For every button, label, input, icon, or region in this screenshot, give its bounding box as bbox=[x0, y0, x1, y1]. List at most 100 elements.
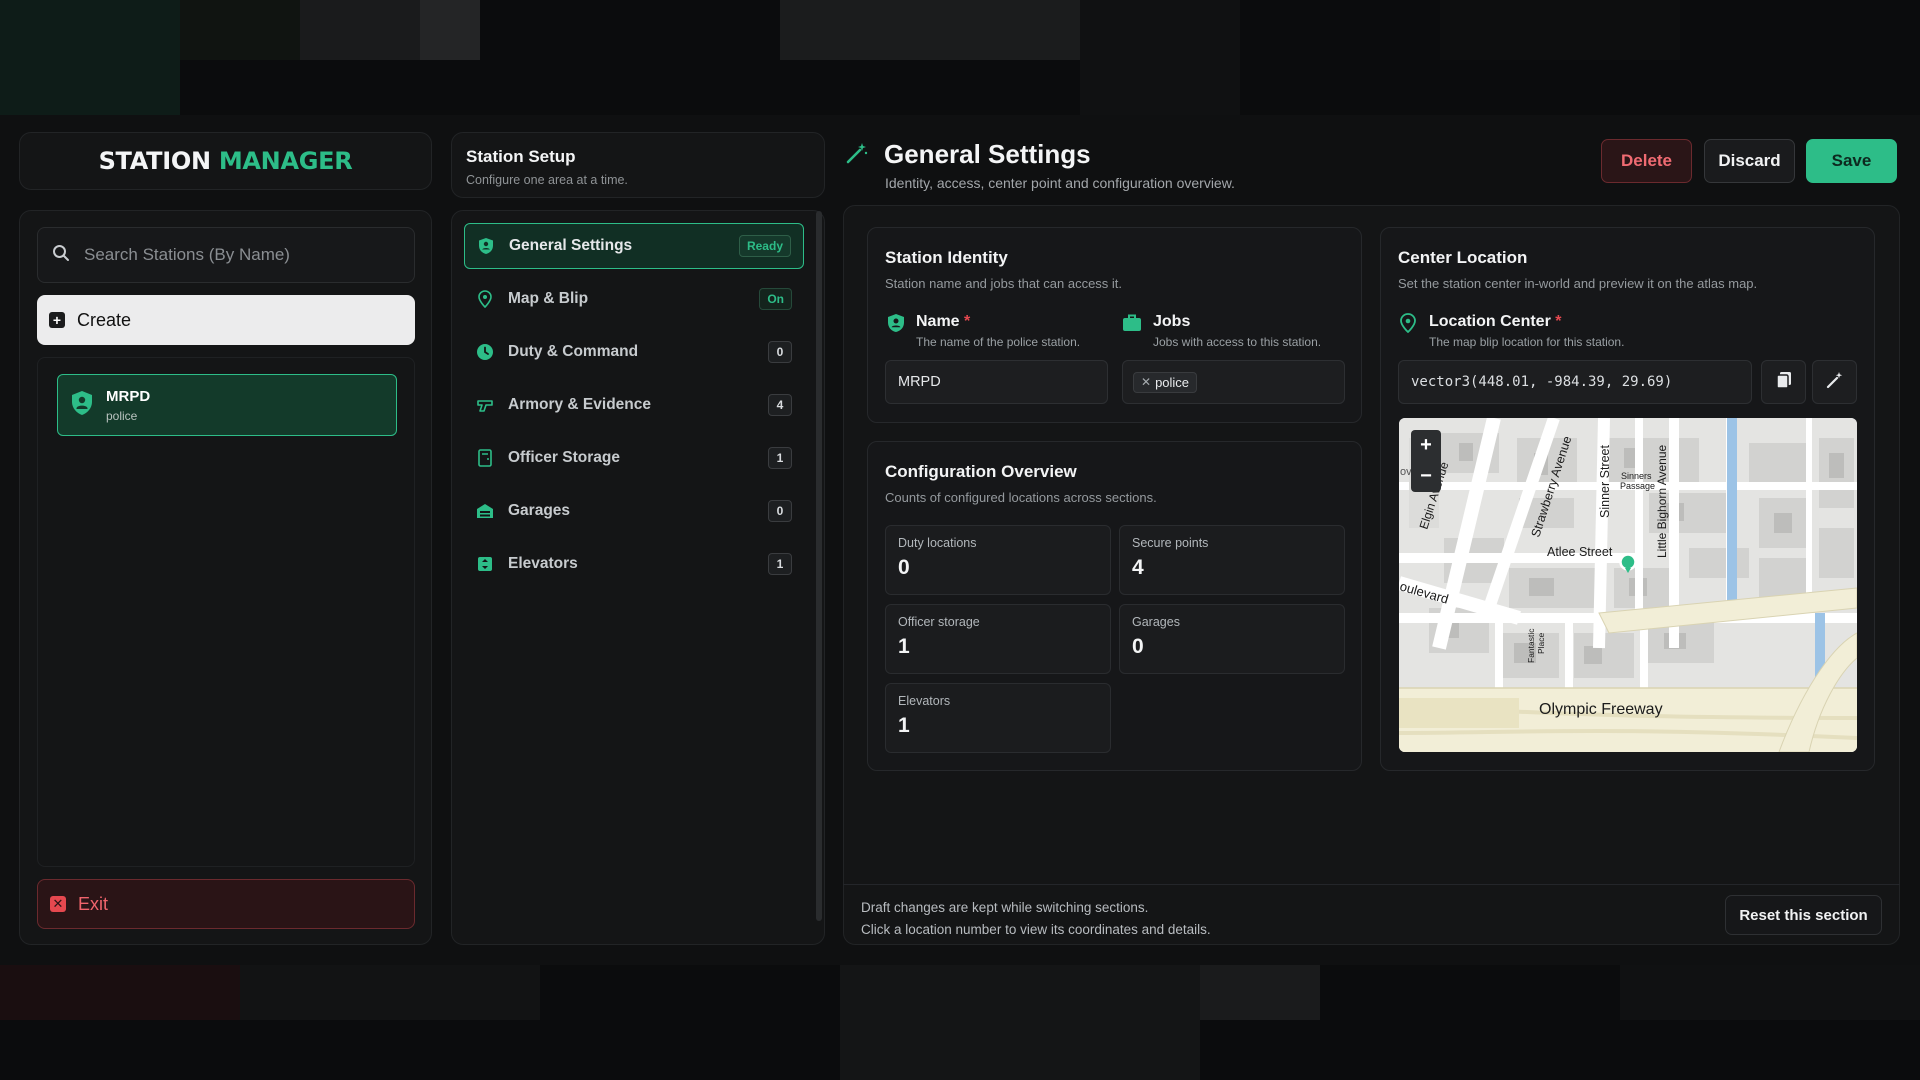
section-nav: General Settings Ready Map & Blip On Dut… bbox=[451, 210, 825, 945]
nav-label: Officer Storage bbox=[508, 449, 620, 466]
clock-icon bbox=[476, 343, 494, 361]
stat-elevators[interactable]: Elevators 1 bbox=[885, 683, 1111, 753]
create-button[interactable]: + Create bbox=[37, 295, 415, 345]
app-logo: STATION MANAGER bbox=[99, 147, 353, 175]
map-label-fantastic: Fantastic bbox=[1526, 628, 1536, 663]
shield-icon bbox=[477, 237, 495, 255]
zoom-out-button[interactable]: − bbox=[1411, 461, 1441, 492]
copy-icon bbox=[1775, 371, 1792, 394]
name-hint: The name of the police station. bbox=[916, 335, 1081, 349]
name-field[interactable] bbox=[885, 360, 1108, 404]
station-setup-header: Station Setup Configure one area at a ti… bbox=[451, 132, 825, 198]
map-label-passage: Passage bbox=[1620, 481, 1655, 491]
nav-general-settings[interactable]: General Settings Ready bbox=[464, 223, 804, 269]
search-input[interactable] bbox=[84, 245, 384, 265]
job-chip[interactable]: ✕ police bbox=[1133, 371, 1198, 393]
station-list-panel: + Create MRPD police ✕ Exit bbox=[19, 210, 432, 945]
zoom-in-button[interactable]: + bbox=[1411, 430, 1441, 461]
stat-value: 1 bbox=[898, 635, 910, 658]
atlas-map[interactable]: Strawberry Avenue Sinner Street Sinners … bbox=[1399, 418, 1857, 752]
map-label-sinners: Sinners bbox=[1621, 471, 1652, 481]
jobs-field[interactable]: ✕ police bbox=[1122, 360, 1345, 404]
stat-value: 0 bbox=[1132, 635, 1144, 658]
pick-location-button[interactable] bbox=[1812, 360, 1857, 404]
zoom-control[interactable]: + − bbox=[1411, 430, 1441, 492]
page-title: General Settings bbox=[884, 139, 1091, 169]
plus-icon: + bbox=[49, 312, 65, 328]
stat-label: Duty locations bbox=[898, 536, 977, 550]
map-label-place: Place bbox=[1536, 632, 1546, 654]
close-icon: ✕ bbox=[50, 896, 66, 912]
nav-label: Duty & Command bbox=[508, 343, 639, 360]
required-marker: * bbox=[1555, 313, 1562, 330]
discard-button[interactable]: Discard bbox=[1704, 139, 1795, 183]
stat-garages[interactable]: Garages 0 bbox=[1119, 604, 1345, 674]
station-name: MRPD bbox=[106, 387, 151, 405]
brand-panel: STATION MANAGER bbox=[19, 132, 432, 190]
required-marker: * bbox=[964, 313, 971, 330]
stat-value: 0 bbox=[898, 556, 910, 579]
station-list: MRPD police bbox=[37, 357, 415, 867]
delete-button[interactable]: Delete bbox=[1601, 139, 1692, 183]
search-box[interactable] bbox=[37, 227, 415, 283]
footer-line-1: Draft changes are kept while switching s… bbox=[861, 900, 1149, 915]
save-button[interactable]: Save bbox=[1806, 139, 1897, 183]
briefcase-icon bbox=[1122, 313, 1142, 337]
copy-button[interactable] bbox=[1761, 360, 1806, 404]
identity-title: Station Identity bbox=[885, 248, 1008, 267]
map-label-little-bighorn: Little Bighorn Avenue bbox=[1655, 444, 1669, 558]
nav-label: Armory & Evidence bbox=[508, 396, 651, 413]
stat-duty-locations[interactable]: Duty locations 0 bbox=[885, 525, 1111, 595]
location-field[interactable] bbox=[1398, 360, 1752, 404]
garage-icon bbox=[476, 502, 494, 520]
elevator-icon bbox=[476, 555, 494, 573]
gun-icon bbox=[476, 396, 494, 414]
map-label-atlee: Atlee Street bbox=[1547, 545, 1613, 559]
overview-subtitle: Counts of configured locations across se… bbox=[885, 490, 1157, 505]
status-badge: Ready bbox=[738, 235, 791, 257]
stat-value: 1 bbox=[898, 714, 910, 737]
station-item-mrpd[interactable]: MRPD police bbox=[57, 374, 397, 436]
page-subtitle: Identity, access, center point and confi… bbox=[885, 175, 1235, 191]
stat-label: Officer storage bbox=[898, 615, 980, 629]
stat-officer-storage[interactable]: Officer storage 1 bbox=[885, 604, 1111, 674]
nav-elevators[interactable]: Elevators 1 bbox=[464, 541, 804, 587]
brand-word-station: STATION bbox=[98, 147, 212, 175]
nav-garages[interactable]: Garages 0 bbox=[464, 488, 804, 534]
nav-duty-command[interactable]: Duty & Command 0 bbox=[464, 329, 804, 375]
name-label: Name bbox=[916, 313, 960, 330]
name-input[interactable] bbox=[898, 374, 1107, 390]
shield-icon bbox=[887, 313, 905, 338]
setup-title: Station Setup bbox=[466, 147, 576, 166]
location-field-header: Location Center * The map blip location … bbox=[1429, 313, 1624, 349]
jobs-label: Jobs bbox=[1153, 313, 1191, 330]
center-title: Center Location bbox=[1398, 248, 1528, 267]
setup-subtitle: Configure one area at a time. bbox=[466, 173, 628, 187]
magic-wand-icon bbox=[1826, 371, 1844, 394]
stat-label: Elevators bbox=[898, 694, 951, 708]
count-badge: 1 bbox=[768, 553, 792, 575]
stat-label: Secure points bbox=[1132, 536, 1209, 550]
location-input[interactable] bbox=[1411, 374, 1751, 390]
reset-section-button[interactable]: Reset this section bbox=[1725, 895, 1882, 935]
nav-armory-evidence[interactable]: Armory & Evidence 4 bbox=[464, 382, 804, 428]
count-badge: 1 bbox=[768, 447, 792, 469]
brand-word-manager: MANAGER bbox=[218, 147, 353, 175]
center-subtitle: Set the station center in-world and prev… bbox=[1398, 276, 1758, 291]
status-badge: On bbox=[759, 288, 792, 310]
locker-icon bbox=[476, 449, 494, 467]
nav-officer-storage[interactable]: Officer Storage 1 bbox=[464, 435, 804, 481]
map-label-sinner: Sinner Street bbox=[1598, 445, 1612, 518]
location-hint: The map blip location for this station. bbox=[1429, 335, 1625, 349]
magic-wand-icon bbox=[845, 141, 869, 170]
nav-map-blip[interactable]: Map & Blip On bbox=[464, 276, 804, 322]
remove-icon[interactable]: ✕ bbox=[1141, 375, 1151, 389]
exit-label: Exit bbox=[78, 893, 109, 914]
count-badge: 4 bbox=[768, 394, 792, 416]
exit-button[interactable]: ✕ Exit bbox=[37, 879, 415, 929]
identity-subtitle: Station name and jobs that can access it… bbox=[885, 276, 1123, 291]
scrollbar[interactable] bbox=[816, 211, 822, 921]
pin-icon bbox=[1400, 313, 1416, 338]
stat-secure-points[interactable]: Secure points 4 bbox=[1119, 525, 1345, 595]
job-chip-label: police bbox=[1155, 374, 1190, 390]
